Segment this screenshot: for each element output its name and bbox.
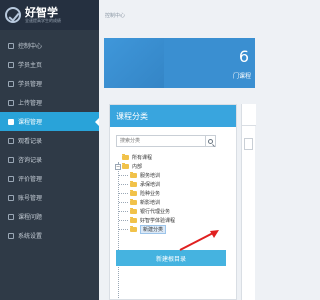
card-decoration	[104, 38, 164, 88]
category-panel: 课程分类 所有课程 −内部 服务培训 承保培训 险种业务 新影培训 银行代理业务…	[109, 104, 237, 300]
user-icon	[7, 61, 15, 69]
breadcrumb[interactable]: 控制中心	[99, 0, 255, 30]
tree-connector	[118, 162, 119, 298]
tree-node[interactable]: 银行代理业务	[119, 207, 222, 216]
account-icon	[7, 194, 15, 202]
main-content: 控制中心 6 门课程 课程分类 所有课程 −内部 服务培训 承保培训 险种业务 …	[99, 0, 256, 300]
course-icon	[7, 118, 15, 126]
folder-icon	[130, 208, 137, 214]
search-button[interactable]	[206, 135, 216, 147]
sidebar-item-review-mgmt[interactable]: 评价管理	[0, 169, 99, 188]
sidebar: 好智学 全速提高学生的成绩 控制中心 学员主页 学员管理 上传管理 课程管理 观…	[0, 0, 99, 300]
brand-name: 好智学	[25, 6, 58, 19]
tree-node[interactable]: 所有课程	[122, 153, 222, 162]
detail-field[interactable]	[244, 138, 253, 150]
tree-node[interactable]: 服务培训	[119, 171, 222, 180]
sidebar-item-system-settings[interactable]: 系统设置	[0, 226, 99, 245]
sidebar-item-label: 系统设置	[18, 233, 43, 240]
sidebar-item-label: 账号管理	[18, 195, 43, 202]
folder-icon	[130, 181, 137, 187]
sidebar-item-label: 学员主页	[18, 62, 43, 69]
sidebar-item-consult-records[interactable]: 咨询记录	[0, 150, 99, 169]
tree-node[interactable]: − 内部	[115, 162, 222, 171]
chat-icon	[7, 156, 15, 164]
sidebar-item-student-home[interactable]: 学员主页	[0, 55, 99, 74]
panel-title: 课程分类	[110, 105, 236, 127]
comment-icon	[7, 175, 15, 183]
sidebar-item-course-mgmt[interactable]: 课程管理	[0, 112, 99, 131]
sidebar-menu: 控制中心 学员主页 学员管理 上传管理 课程管理 观看记录 咨询记录 评价管理 …	[0, 36, 99, 245]
collapse-icon[interactable]: −	[115, 164, 121, 170]
course-count-label: 门课程	[232, 73, 251, 80]
folder-icon	[130, 172, 137, 178]
folder-icon	[130, 190, 137, 196]
sidebar-item-account-mgmt[interactable]: 账号管理	[0, 188, 99, 207]
search-input[interactable]	[116, 135, 206, 147]
new-root-button[interactable]: 新建根目录	[116, 250, 226, 266]
sidebar-item-label: 课程问题	[18, 214, 43, 221]
logo: 好智学 全速提高学生的成绩	[0, 0, 99, 30]
brand-tagline: 全速提高学生的成绩	[25, 18, 61, 23]
dashboard-icon	[7, 42, 15, 50]
detail-panel	[241, 104, 256, 300]
sidebar-item-label: 咨询记录	[18, 157, 43, 164]
upload-icon	[7, 99, 15, 107]
sidebar-item-label: 课程管理	[18, 119, 43, 126]
folder-icon	[130, 199, 137, 205]
category-tree: 所有课程 − 内部 服务培训 承保培训 险种业务 新影培训 银行代理业务 好智学体…	[115, 153, 222, 298]
sidebar-item-label: 评价管理	[18, 176, 43, 183]
folder-icon	[122, 163, 129, 169]
users-icon	[7, 80, 15, 88]
sidebar-item-upload-mgmt[interactable]: 上传管理	[0, 93, 99, 112]
sidebar-item-student-mgmt[interactable]: 学员管理	[0, 74, 99, 93]
sidebar-item-watch-records[interactable]: 观看记录	[0, 131, 99, 150]
course-count-card: 6 门课程	[104, 38, 255, 88]
sidebar-item-label: 上传管理	[18, 100, 43, 107]
eye-icon	[7, 137, 15, 145]
sidebar-item-course-questions[interactable]: 课程问题	[0, 207, 99, 226]
tree-node[interactable]: 好智学体验课程	[119, 216, 222, 225]
detail-header	[242, 104, 256, 126]
question-icon	[7, 213, 15, 221]
folder-icon	[122, 154, 129, 160]
tree-node[interactable]: 险种业务	[119, 189, 222, 198]
tree-node-selected[interactable]: 新建分类	[119, 225, 222, 234]
sidebar-item-control-center[interactable]: 控制中心	[0, 36, 99, 55]
sidebar-item-label: 观看记录	[18, 138, 43, 145]
logo-icon	[5, 7, 21, 23]
sidebar-item-label: 控制中心	[18, 43, 43, 50]
search-icon	[208, 138, 213, 144]
sidebar-item-label: 学员管理	[18, 81, 43, 88]
category-search	[116, 135, 216, 147]
folder-icon	[130, 217, 137, 223]
gear-icon	[7, 232, 15, 240]
tree-node[interactable]: 承保培训	[119, 180, 222, 189]
tree-node[interactable]: 新影培训	[119, 198, 222, 207]
folder-icon	[130, 226, 137, 232]
course-count-value: 6	[238, 47, 249, 66]
